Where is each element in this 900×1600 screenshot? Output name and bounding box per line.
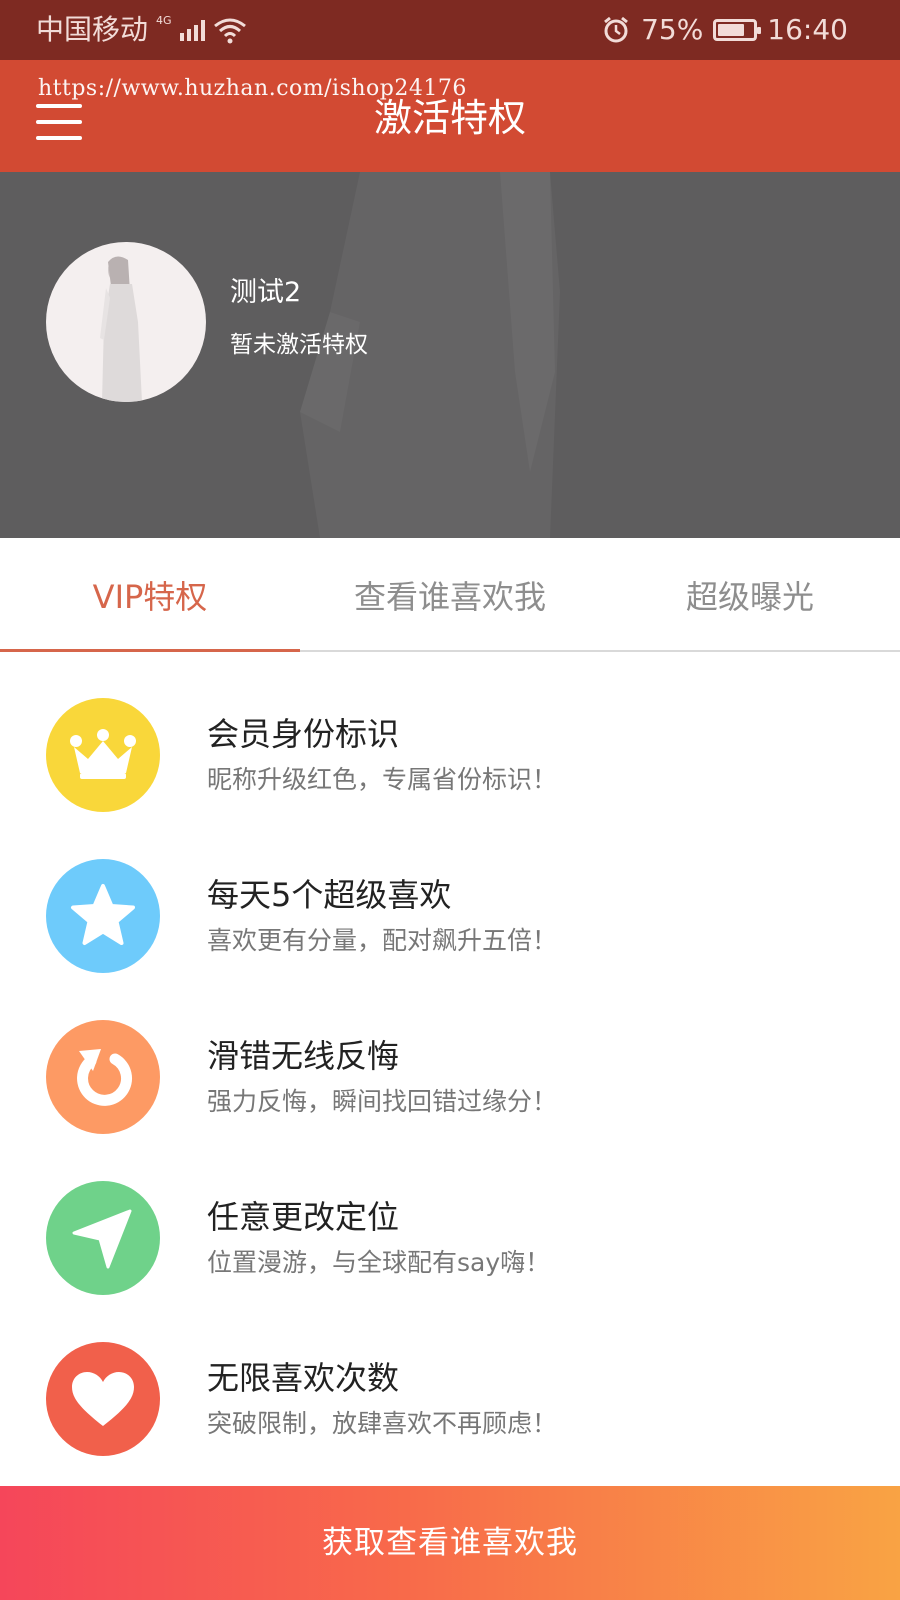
privilege-tabs: VIP特权 查看谁喜欢我 超级曝光: [0, 538, 900, 652]
battery-fill: [718, 24, 744, 36]
avatar-figure-icon: [100, 256, 142, 402]
feature-description: 喜欢更有分量，配对飙升五倍！: [207, 926, 558, 955]
feature-change-location: 任意更改定位 位置漫游，与全球配有say嗨！: [0, 1181, 900, 1341]
cta-label: 获取查看谁喜欢我: [322, 1525, 578, 1561]
heart-icon: [72, 1372, 134, 1426]
feature-description: 强力反悔，瞬间找回错过缘分！: [207, 1087, 558, 1116]
feature-description: 昵称升级红色，专属省份标识！: [207, 765, 558, 794]
feature-title: 任意更改定位: [207, 1198, 400, 1236]
wifi-icon: [213, 18, 246, 44]
page-title: 激活特权: [373, 96, 526, 140]
status-right: 75% 16:40: [601, 12, 848, 48]
feature-icon-circle: [46, 859, 160, 973]
app-header: https://www.huzhan.com/ishop24176 激活特权: [0, 60, 900, 172]
feature-description: 位置漫游，与全球配有say嗨！: [207, 1248, 551, 1277]
status-bar: 中国移动 4G 75% 16:40: [0, 0, 900, 60]
tab-who-likes-me[interactable]: 查看谁喜欢我: [300, 538, 600, 650]
vip-status-text: 暂未激活特权: [230, 332, 368, 358]
feature-title: 无限喜欢次数: [207, 1359, 400, 1397]
avatar[interactable]: [46, 242, 206, 402]
battery-icon: [713, 19, 762, 41]
tab-super-exposure[interactable]: 超级曝光: [600, 538, 900, 650]
feature-title: 每天5个超级喜欢: [207, 876, 452, 914]
battery-percent: 75%: [641, 13, 704, 46]
star-icon: [71, 884, 135, 945]
clock: 16:40: [767, 13, 848, 46]
feature-description: 突破限制，放肆喜欢不再顾虑！: [207, 1409, 558, 1438]
active-tab-indicator: [0, 649, 300, 652]
feature-member-badge: 会员身份标识 昵称升级红色，专属省份标识！: [0, 698, 900, 858]
crown-icon: [70, 729, 136, 779]
status-left: 中国移动 4G: [36, 12, 247, 48]
feature-super-like: 每天5个超级喜欢 喜欢更有分量，配对飙升五倍！: [0, 859, 900, 1019]
network-type: 4G: [156, 13, 172, 27]
feature-undo-swipe: 滑错无线反悔 强力反悔，瞬间找回错过缘分！: [0, 1020, 900, 1180]
alarm-icon: [604, 16, 628, 43]
feature-icon-circle: [46, 1181, 160, 1295]
get-who-likes-me-button[interactable]: 获取查看谁喜欢我: [0, 1486, 900, 1600]
signal-icon: [179, 19, 205, 41]
feature-icon-circle: [46, 1342, 160, 1456]
feature-icon-circle: [46, 698, 160, 812]
location-arrow-icon: [72, 1209, 132, 1269]
feature-title: 会员身份标识: [207, 715, 400, 753]
profile-banner: 测试2 暂未激活特权: [0, 172, 900, 538]
carrier-name: 中国移动: [36, 13, 149, 46]
feature-icon-circle: [46, 1020, 160, 1134]
username: 测试2: [230, 277, 302, 308]
tab-vip-privilege[interactable]: VIP特权: [0, 538, 300, 650]
feature-unlimited-likes: 无限喜欢次数 突破限制，放肆喜欢不再顾虑！: [0, 1342, 900, 1502]
undo-icon: [77, 1049, 133, 1106]
feature-title: 滑错无线反悔: [207, 1037, 400, 1075]
